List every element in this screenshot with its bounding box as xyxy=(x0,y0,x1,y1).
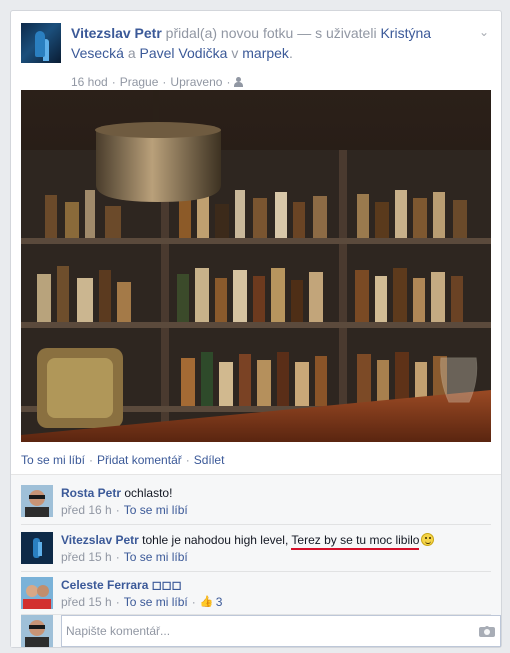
comment-author-link[interactable]: Celeste Ferrara ◻◻◻ xyxy=(61,578,182,592)
add-comment-link[interactable]: Přidat komentář xyxy=(97,453,182,467)
and-text: a xyxy=(123,45,140,61)
audience-friends-icon[interactable] xyxy=(234,77,246,87)
bar-shelves-photo xyxy=(21,90,491,442)
feed-post-card: Vitezslav Petr přidal(a) novou fotku — s… xyxy=(10,10,502,648)
author-name-link[interactable]: Vitezslav Petr xyxy=(71,25,162,41)
post-location-link[interactable]: Prague xyxy=(120,75,159,89)
comment-like-link[interactable]: To se mi líbí xyxy=(124,594,188,610)
chevron-down-icon[interactable]: ⌄ xyxy=(477,25,491,39)
comment-time-link[interactable]: před 16 h xyxy=(61,502,112,518)
comment-like-link[interactable]: To se mi líbí xyxy=(124,502,188,518)
post-header: Vitezslav Petr přidal(a) novou fotku — s… xyxy=(21,23,491,89)
smiley-emoji-icon xyxy=(421,533,435,546)
action-separator: · xyxy=(89,453,94,467)
share-link[interactable]: Sdílet xyxy=(194,453,225,467)
post-actions: To se mi líbí · Přidat komentář · Sdílet xyxy=(21,453,224,467)
in-text: v xyxy=(227,45,243,61)
comment-divider xyxy=(21,571,491,572)
thumbs-up-icon[interactable]: 👍 xyxy=(200,596,214,608)
post-photo[interactable] xyxy=(21,90,491,442)
meta-separator: · xyxy=(115,503,120,517)
comment-highlighted-text: Terez by se tu moc libilo xyxy=(291,533,420,550)
action-separator: · xyxy=(185,453,190,467)
period-text: . xyxy=(288,45,293,61)
comment-text: ochlasto! xyxy=(124,486,173,500)
comment-like-link[interactable]: To se mi líbí xyxy=(124,549,188,565)
post-headline: Vitezslav Petr přidal(a) novou fotku — s… xyxy=(71,23,471,63)
action-text: přidal(a) novou fotku — s uživateli xyxy=(161,25,381,41)
comment-time-link[interactable]: před 15 h xyxy=(61,594,112,610)
like-link[interactable]: To se mi líbí xyxy=(21,453,85,467)
comment-text: tohle je nahodou high level, xyxy=(142,533,292,547)
author-avatar[interactable] xyxy=(21,23,61,63)
comment-author-link[interactable]: Vitezslav Petr xyxy=(61,533,139,547)
comment-author-link[interactable]: Rosta Petr xyxy=(61,486,121,500)
comment-input[interactable] xyxy=(61,615,501,647)
camera-icon[interactable] xyxy=(479,624,495,637)
comments-section: Rosta Petr ochlasto! před 16 h · To se m… xyxy=(11,474,501,647)
meta-separator: · xyxy=(115,595,120,609)
commenter-avatar[interactable] xyxy=(21,577,53,609)
meta-separator: · xyxy=(111,75,116,89)
post-meta: 16 hod · Prague · Upraveno · xyxy=(71,75,371,89)
comment-likes-count[interactable]: 3 xyxy=(216,594,223,610)
meta-separator: · xyxy=(162,75,167,89)
comment-divider xyxy=(21,524,491,525)
meta-separator: · xyxy=(226,75,231,89)
tagged-person-2-link[interactable]: Pavel Vodička xyxy=(140,45,228,61)
comment-time-link[interactable]: před 15 h xyxy=(61,549,112,565)
commenter-avatar[interactable] xyxy=(21,485,53,517)
post-time-link[interactable]: 16 hod xyxy=(71,75,108,89)
meta-separator: · xyxy=(191,595,196,609)
comment-composer xyxy=(21,615,501,647)
current-user-avatar xyxy=(21,615,53,647)
place-link[interactable]: marpek xyxy=(242,45,289,61)
meta-separator: · xyxy=(115,550,120,564)
post-edited-link[interactable]: Upraveno xyxy=(170,75,222,89)
commenter-avatar[interactable] xyxy=(21,532,53,564)
